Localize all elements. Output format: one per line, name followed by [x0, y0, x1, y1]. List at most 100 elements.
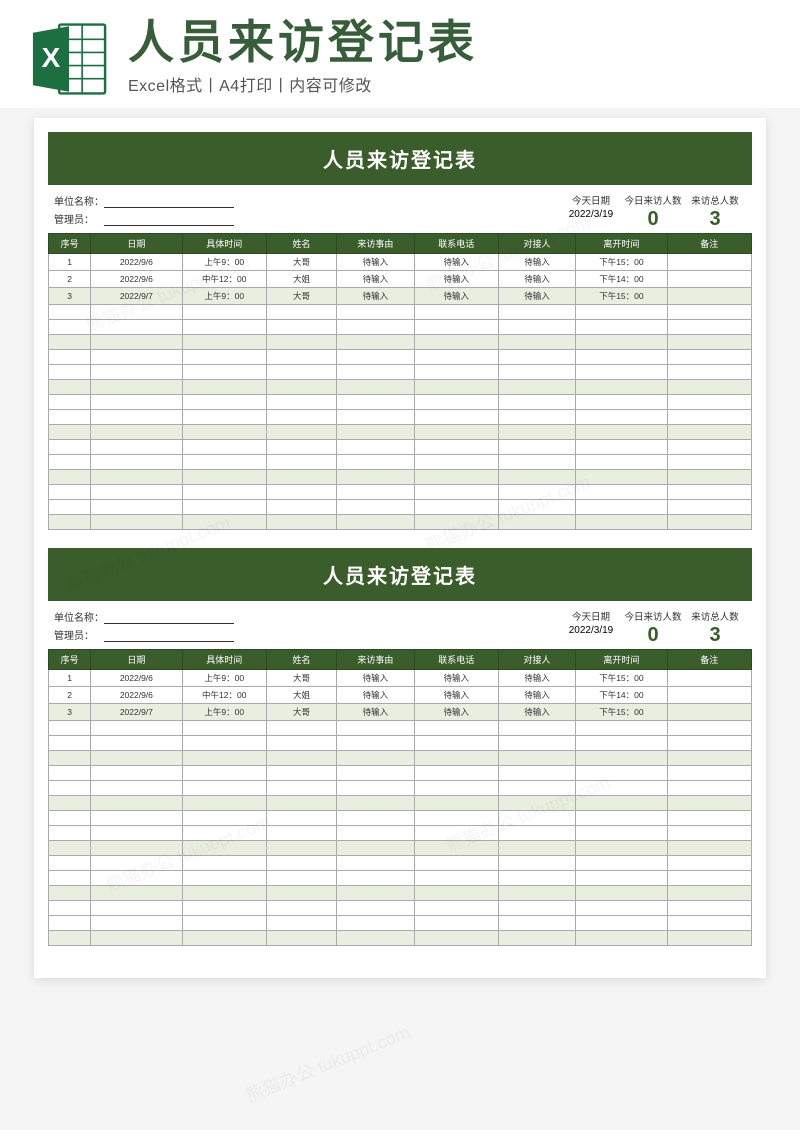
- table-cell[interactable]: [182, 901, 266, 916]
- table-cell[interactable]: [182, 440, 266, 455]
- table-cell[interactable]: [182, 515, 266, 530]
- table-cell[interactable]: 2: [49, 271, 91, 288]
- table-cell[interactable]: [667, 470, 751, 485]
- table-cell[interactable]: [337, 515, 414, 530]
- table-cell[interactable]: 大姐: [266, 271, 336, 288]
- table-cell[interactable]: [667, 704, 751, 721]
- table-cell[interactable]: [576, 916, 667, 931]
- table-cell[interactable]: 大哥: [266, 288, 336, 305]
- table-cell[interactable]: [667, 350, 751, 365]
- table-cell[interactable]: [49, 736, 91, 751]
- table-cell[interactable]: 待输入: [414, 704, 498, 721]
- table-cell[interactable]: [266, 410, 336, 425]
- table-cell[interactable]: [337, 781, 414, 796]
- table-cell[interactable]: [414, 410, 498, 425]
- table-cell[interactable]: 待输入: [498, 687, 575, 704]
- table-cell[interactable]: [266, 320, 336, 335]
- table-cell[interactable]: [49, 305, 91, 320]
- table-cell[interactable]: [337, 841, 414, 856]
- table-cell[interactable]: [49, 335, 91, 350]
- table-cell[interactable]: [667, 721, 751, 736]
- table-cell[interactable]: [182, 380, 266, 395]
- table-cell[interactable]: [667, 901, 751, 916]
- table-cell[interactable]: [182, 320, 266, 335]
- table-cell[interactable]: [414, 811, 498, 826]
- table-cell[interactable]: [498, 335, 575, 350]
- table-cell[interactable]: [182, 425, 266, 440]
- table-cell[interactable]: [667, 288, 751, 305]
- table-cell[interactable]: [49, 841, 91, 856]
- table-cell[interactable]: [49, 856, 91, 871]
- table-cell[interactable]: [266, 500, 336, 515]
- table-cell[interactable]: [49, 425, 91, 440]
- table-cell[interactable]: [337, 350, 414, 365]
- table-cell[interactable]: [667, 271, 751, 288]
- table-cell[interactable]: [498, 410, 575, 425]
- table-cell[interactable]: [91, 305, 182, 320]
- table-cell[interactable]: 待输入: [498, 288, 575, 305]
- table-cell[interactable]: [266, 901, 336, 916]
- table-cell[interactable]: [576, 736, 667, 751]
- table-cell[interactable]: [337, 916, 414, 931]
- table-cell[interactable]: [576, 380, 667, 395]
- table-cell[interactable]: [498, 766, 575, 781]
- table-cell[interactable]: [337, 736, 414, 751]
- table-cell[interactable]: [667, 766, 751, 781]
- table-cell[interactable]: [49, 350, 91, 365]
- table-cell[interactable]: [182, 395, 266, 410]
- table-cell[interactable]: 待输入: [337, 271, 414, 288]
- table-cell[interactable]: 待输入: [414, 288, 498, 305]
- table-cell[interactable]: [182, 335, 266, 350]
- table-cell[interactable]: 2022/9/7: [91, 288, 182, 305]
- table-cell[interactable]: [576, 425, 667, 440]
- table-cell[interactable]: [91, 781, 182, 796]
- table-cell[interactable]: [414, 826, 498, 841]
- table-cell[interactable]: [667, 826, 751, 841]
- table-cell[interactable]: [667, 410, 751, 425]
- manager-input-line[interactable]: [104, 216, 234, 226]
- table-cell[interactable]: 待输入: [337, 687, 414, 704]
- table-cell[interactable]: [414, 500, 498, 515]
- table-cell[interactable]: [576, 856, 667, 871]
- table-cell[interactable]: [91, 380, 182, 395]
- table-cell[interactable]: 待输入: [337, 670, 414, 687]
- table-cell[interactable]: [498, 425, 575, 440]
- table-cell[interactable]: [91, 425, 182, 440]
- table-cell[interactable]: [414, 766, 498, 781]
- table-cell[interactable]: [266, 305, 336, 320]
- table-cell[interactable]: [266, 886, 336, 901]
- table-cell[interactable]: 上午9：00: [182, 288, 266, 305]
- table-cell[interactable]: [498, 380, 575, 395]
- table-cell[interactable]: [182, 931, 266, 946]
- table-cell[interactable]: [49, 796, 91, 811]
- table-cell[interactable]: [498, 811, 575, 826]
- table-cell[interactable]: [337, 365, 414, 380]
- table-cell[interactable]: 待输入: [337, 254, 414, 271]
- table-cell[interactable]: [576, 365, 667, 380]
- table-cell[interactable]: [49, 380, 91, 395]
- table-cell[interactable]: [414, 320, 498, 335]
- table-cell[interactable]: [266, 856, 336, 871]
- table-cell[interactable]: [667, 931, 751, 946]
- table-cell[interactable]: 下午14：00: [576, 271, 667, 288]
- table-cell[interactable]: [91, 500, 182, 515]
- table-cell[interactable]: [49, 826, 91, 841]
- table-cell[interactable]: [266, 470, 336, 485]
- table-cell[interactable]: [182, 736, 266, 751]
- table-cell[interactable]: [91, 365, 182, 380]
- table-cell[interactable]: [667, 736, 751, 751]
- table-cell[interactable]: [266, 425, 336, 440]
- table-cell[interactable]: [266, 751, 336, 766]
- table-cell[interactable]: [337, 410, 414, 425]
- table-cell[interactable]: [667, 781, 751, 796]
- table-cell[interactable]: [337, 380, 414, 395]
- table-cell[interactable]: [91, 736, 182, 751]
- table-cell[interactable]: 待输入: [498, 704, 575, 721]
- table-cell[interactable]: [266, 736, 336, 751]
- table-cell[interactable]: [337, 335, 414, 350]
- table-cell[interactable]: [266, 841, 336, 856]
- table-cell[interactable]: [337, 395, 414, 410]
- table-cell[interactable]: [182, 871, 266, 886]
- table-cell[interactable]: [337, 796, 414, 811]
- table-cell[interactable]: [49, 781, 91, 796]
